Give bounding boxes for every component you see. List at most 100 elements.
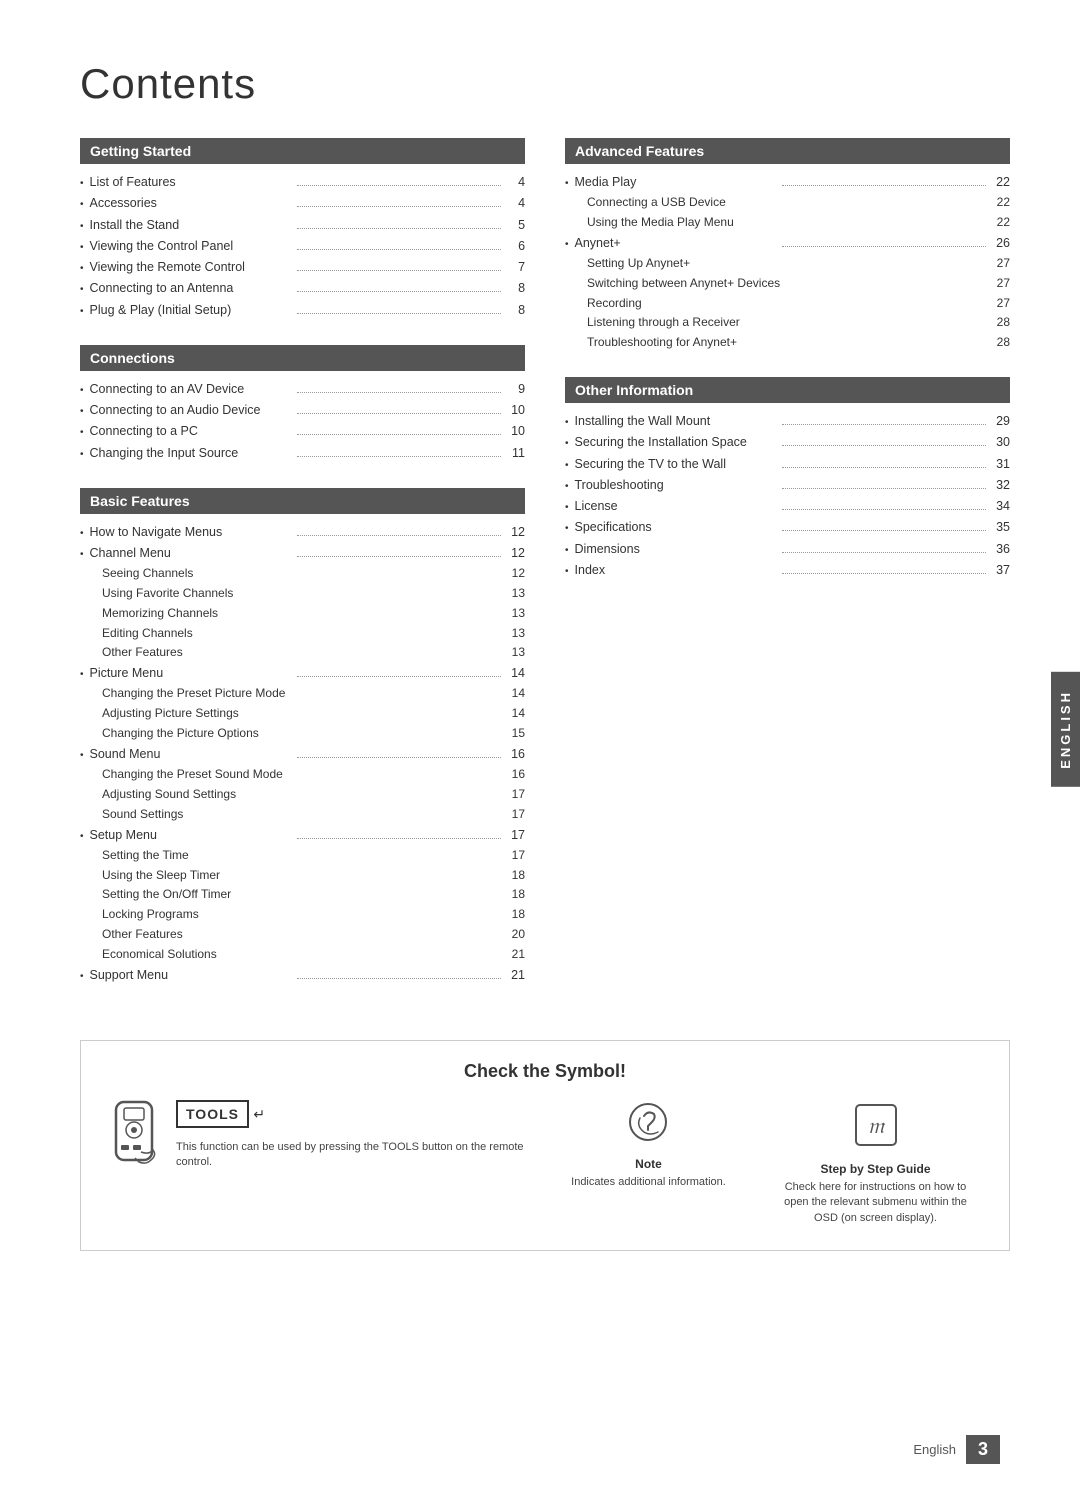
- toc-item: •Specifications35: [565, 517, 1010, 538]
- toc-sub-item: Using the Sleep Timer18: [80, 866, 525, 886]
- toc-label: Using the Media Play Menu: [587, 213, 990, 233]
- bullet-icon: •: [80, 175, 84, 192]
- symbol-grid: TOOLS ↵ This function can be used by pre…: [111, 1100, 979, 1226]
- bullet-icon: •: [80, 382, 84, 399]
- tools-text-block: TOOLS ↵ This function can be used by pre…: [176, 1100, 525, 1171]
- toc-sub-item: Changing the Preset Sound Mode16: [80, 765, 525, 785]
- symbol-section: Check the Symbol!: [80, 1040, 1010, 1251]
- toc-item: •Connecting to an Antenna8: [80, 278, 525, 299]
- bullet-icon: •: [80, 666, 84, 683]
- footer-language: English: [913, 1442, 956, 1457]
- toc-label: Dimensions: [575, 539, 779, 560]
- toc-sub-item: Listening through a Receiver28: [565, 313, 1010, 333]
- bullet-icon: •: [80, 218, 84, 235]
- symbol-step-guide: 𝔪 Step by Step Guide Check here for inst…: [772, 1100, 979, 1226]
- bullet-icon: •: [80, 281, 84, 298]
- bullet-icon: •: [80, 828, 84, 845]
- toc-label: Specifications: [575, 517, 779, 538]
- svg-text:𝔪: 𝔪: [867, 1113, 885, 1138]
- toc-label: Plug & Play (Initial Setup): [90, 300, 294, 321]
- bullet-icon: •: [80, 546, 84, 563]
- section-other-information: Other Information •Installing the Wall M…: [565, 377, 1010, 581]
- toc-item: •Plug & Play (Initial Setup)8: [80, 300, 525, 321]
- toc-label: Setup Menu: [90, 825, 294, 846]
- content-grid: Getting Started •List of Features4 •Acce…: [80, 138, 1010, 1010]
- bullet-icon: •: [80, 525, 84, 542]
- toc-item: •Securing the Installation Space30: [565, 432, 1010, 453]
- toc-sub-item: Other Features13: [80, 643, 525, 663]
- symbol-tools: TOOLS ↵ This function can be used by pre…: [111, 1100, 525, 1171]
- tools-remote-icon: [111, 1100, 166, 1165]
- toc-label: Picture Menu: [90, 663, 294, 684]
- toc-item: •Anynet+26: [565, 233, 1010, 254]
- toc-sub-item: Switching between Anynet+ Devices27: [565, 274, 1010, 294]
- toc-item: •Connecting to an Audio Device10: [80, 400, 525, 421]
- toc-item: •Connecting to a PC10: [80, 421, 525, 442]
- toc-label: Support Menu: [90, 965, 294, 986]
- toc-label: Channel Menu: [90, 543, 294, 564]
- bullet-icon: •: [565, 499, 569, 516]
- tools-box: TOOLS ↵: [176, 1100, 525, 1134]
- toc-item: •Sound Menu16: [80, 744, 525, 765]
- toc-item: •License34: [565, 496, 1010, 517]
- toc-item: •Install the Stand5: [80, 215, 525, 236]
- toc-sub-item: Locking Programs18: [80, 905, 525, 925]
- toc-item: •How to Navigate Menus12: [80, 522, 525, 543]
- note-icon: [626, 1100, 671, 1151]
- bullet-icon: •: [565, 236, 569, 253]
- toc-list-basic-features: •How to Navigate Menus12 •Channel Menu12…: [80, 522, 525, 986]
- toc-label: Economical Solutions: [102, 945, 505, 965]
- toc-item: •Troubleshooting32: [565, 475, 1010, 496]
- bullet-icon: •: [80, 239, 84, 256]
- toc-label: How to Navigate Menus: [90, 522, 294, 543]
- section-header-advanced-features: Advanced Features: [565, 138, 1010, 164]
- toc-item: •Connecting to an AV Device9: [80, 379, 525, 400]
- tools-arrow-icon: ↵: [253, 1106, 265, 1122]
- toc-label: Connecting a USB Device: [587, 193, 990, 213]
- toc-sub-item: Memorizing Channels13: [80, 604, 525, 624]
- toc-item: •Dimensions36: [565, 539, 1010, 560]
- toc-sub-item: Recording27: [565, 294, 1010, 314]
- toc-label: Other Features: [102, 925, 505, 945]
- toc-sub-item: Setting the Time17: [80, 846, 525, 866]
- toc-label: Sound Settings: [102, 805, 505, 825]
- toc-item: •Index37: [565, 560, 1010, 581]
- toc-label: Changing the Picture Options: [102, 724, 505, 744]
- toc-label: Recording: [587, 294, 990, 314]
- toc-label: List of Features: [90, 172, 294, 193]
- toc-item: •Changing the Input Source11: [80, 443, 525, 464]
- bullet-icon: •: [80, 403, 84, 420]
- toc-sub-item: Other Features20: [80, 925, 525, 945]
- toc-label: Adjusting Picture Settings: [102, 704, 505, 724]
- toc-item: •Media Play22: [565, 172, 1010, 193]
- symbol-section-title: Check the Symbol!: [111, 1061, 979, 1082]
- toc-label: Install the Stand: [90, 215, 294, 236]
- toc-sub-item: Using Favorite Channels13: [80, 584, 525, 604]
- bullet-icon: •: [80, 303, 84, 320]
- toc-sub-item: Changing the Preset Picture Mode14: [80, 684, 525, 704]
- toc-sub-item: Changing the Picture Options15: [80, 724, 525, 744]
- bullet-icon: •: [565, 563, 569, 580]
- section-header-connections: Connections: [80, 345, 525, 371]
- toc-label: Viewing the Control Panel: [90, 236, 294, 257]
- right-column: Advanced Features •Media Play22 Connecti…: [565, 138, 1010, 1010]
- toc-label: Anynet+: [575, 233, 779, 254]
- toc-item: •Accessories4: [80, 193, 525, 214]
- toc-label: Changing the Input Source: [90, 443, 294, 464]
- toc-item: •Picture Menu14: [80, 663, 525, 684]
- bullet-icon: •: [80, 446, 84, 463]
- toc-list-connections: •Connecting to an AV Device9 •Connecting…: [80, 379, 525, 464]
- toc-sub-item: Sound Settings17: [80, 805, 525, 825]
- toc-label: Accessories: [90, 193, 294, 214]
- toc-label: Connecting to an AV Device: [90, 379, 294, 400]
- section-header-getting-started: Getting Started: [80, 138, 525, 164]
- toc-label: Setting Up Anynet+: [587, 254, 990, 274]
- toc-label: License: [575, 496, 779, 517]
- toc-label: Viewing the Remote Control: [90, 257, 294, 278]
- bullet-icon: •: [80, 196, 84, 213]
- toc-sub-item: Adjusting Sound Settings17: [80, 785, 525, 805]
- toc-label: Troubleshooting for Anynet+: [587, 333, 990, 353]
- toc-label: Seeing Channels: [102, 564, 505, 584]
- page-title: Contents: [80, 60, 1010, 108]
- section-connections: Connections •Connecting to an AV Device9…: [80, 345, 525, 464]
